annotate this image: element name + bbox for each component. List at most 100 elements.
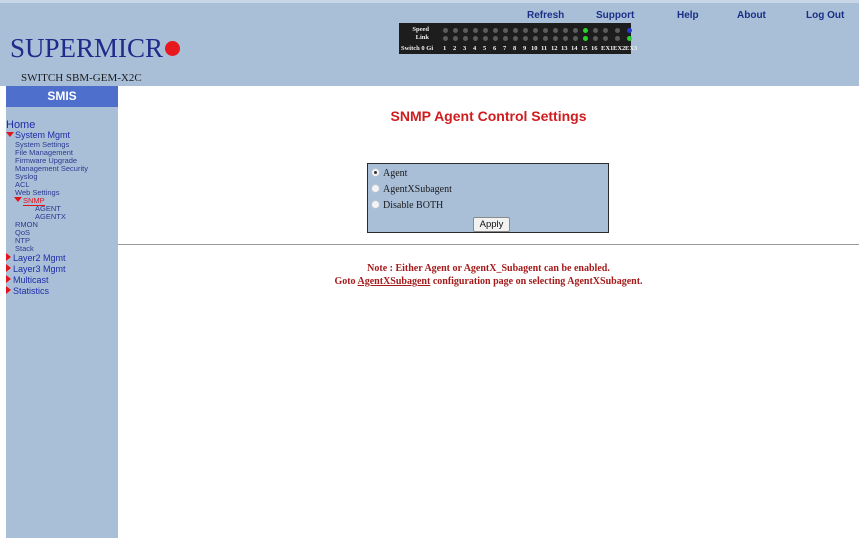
logo-text: SUPERMICR [10, 33, 164, 63]
note-line-2: Goto AgentXSubagent configuration page o… [118, 276, 859, 287]
port-number-4: 4 [473, 45, 477, 52]
nav-statistics-label: Statistics [13, 286, 50, 296]
port-number-15: 15 [581, 45, 588, 52]
port-number-1: 1 [443, 45, 447, 52]
link-row-label: Link [415, 34, 429, 41]
logout-link[interactable]: Log Out [806, 10, 844, 21]
nav-statistics[interactable]: Statistics [6, 286, 49, 296]
port-number-7: 7 [503, 45, 507, 52]
nav-system-mgmt[interactable]: System Mgmt [6, 130, 70, 140]
speed-led-1 [443, 28, 448, 33]
link-led-3 [463, 36, 468, 41]
link-led-2 [453, 36, 458, 41]
agentx-subagent-radio[interactable] [371, 184, 380, 193]
disable-both-label: Disable BOTH [383, 200, 444, 211]
note-prefix: Goto [334, 276, 358, 287]
speed-led-15 [583, 28, 588, 33]
collapsed-arrow-icon [6, 275, 11, 283]
link-led-16 [593, 36, 598, 41]
option-disable-both[interactable]: Disable BOTH [371, 200, 443, 211]
speed-led-12 [553, 28, 558, 33]
link-led-9 [523, 36, 528, 41]
nav-layer2-mgmt[interactable]: Layer2 Mgmt [6, 253, 66, 263]
link-led-6 [493, 36, 498, 41]
speed-led-7 [503, 28, 508, 33]
top-header: SUPERMICR SWITCH SBM-GEM-X2C Speed Link … [0, 0, 859, 86]
expanded-arrow-icon [6, 132, 14, 137]
nav-snmp-agentx[interactable]: AGENTX [35, 213, 66, 221]
apply-button[interactable]: Apply [473, 217, 510, 232]
option-agentx-subagent[interactable]: AgentXSubagent [371, 184, 452, 195]
logo-dot-icon [165, 41, 181, 56]
agentx-subagent-link[interactable]: AgentXSubagent [358, 276, 431, 287]
collapsed-arrow-icon [6, 264, 11, 272]
nav-system-mgmt-label: System Mgmt [15, 130, 71, 140]
main-content: SNMP Agent Control Settings Agent AgentX… [118, 86, 859, 538]
supermicro-logo: SUPERMICR [10, 33, 181, 64]
option-agent[interactable]: Agent [371, 168, 407, 179]
agent-radio[interactable] [371, 168, 380, 177]
speed-led-4 [473, 28, 478, 33]
section-divider [118, 244, 859, 245]
sidebar-header: SMIS [6, 86, 118, 107]
page-title: SNMP Agent Control Settings [390, 108, 587, 124]
speed-led-6 [493, 28, 498, 33]
speed-led-3 [463, 28, 468, 33]
switch-model-label: SWITCH SBM-GEM-X2C [21, 72, 142, 84]
speed-led-EX3 [627, 28, 632, 33]
link-led-EX3 [627, 36, 632, 41]
port-number-11: 11 [541, 45, 548, 52]
port-number-9: 9 [523, 45, 527, 52]
port-number-EX1: EX1 [601, 45, 614, 52]
agentx-subagent-label: AgentXSubagent [383, 184, 452, 195]
port-number-10: 10 [531, 45, 538, 52]
snmp-expanded-arrow-icon [14, 197, 22, 202]
port-number-5: 5 [483, 45, 487, 52]
nav-multicast-label: Multicast [13, 275, 49, 285]
speed-led-9 [523, 28, 528, 33]
link-led-10 [533, 36, 538, 41]
link-led-5 [483, 36, 488, 41]
agent-control-form: Agent AgentXSubagent Disable BOTH Apply [367, 163, 609, 233]
link-led-12 [553, 36, 558, 41]
note-line-1: Note : Either Agent or AgentX_Subagent c… [367, 263, 610, 274]
port-number-2: 2 [453, 45, 457, 52]
port-number-13: 13 [561, 45, 568, 52]
note-suffix: configuration page on selecting AgentXSu… [430, 276, 643, 287]
speed-led-8 [513, 28, 518, 33]
nav-stack[interactable]: Stack [15, 245, 34, 253]
help-link[interactable]: Help [677, 10, 699, 21]
switch-row-label: Switch 0 Gi [401, 45, 434, 52]
speed-led-16 [593, 28, 598, 33]
agent-label: Agent [383, 168, 408, 179]
link-led-15 [583, 36, 588, 41]
collapsed-arrow-icon [6, 286, 11, 294]
speed-led-10 [533, 28, 538, 33]
collapsed-arrow-icon [6, 253, 11, 261]
about-link[interactable]: About [737, 10, 766, 21]
speed-led-5 [483, 28, 488, 33]
port-status-panel: Speed Link Switch 0 Gi 1 2 3 4 5 6 7 8 9 10 11 12 13… [399, 23, 637, 54]
link-led-EX1 [603, 36, 608, 41]
port-number-12: 12 [551, 45, 558, 52]
link-led-7 [503, 36, 508, 41]
speed-led-2 [453, 28, 458, 33]
link-led-14 [573, 36, 578, 41]
nav-multicast[interactable]: Multicast [6, 275, 49, 285]
port-number-16: 16 [591, 45, 598, 52]
support-link[interactable]: Support [596, 10, 634, 21]
page-root: SUPERMICR SWITCH SBM-GEM-X2C Speed Link … [0, 0, 859, 538]
port-number-14: 14 [571, 45, 578, 52]
nav-layer3-mgmt[interactable]: Layer3 Mgmt [6, 264, 66, 274]
port-number-EX2: EX2 [613, 45, 626, 52]
link-led-11 [543, 36, 548, 41]
speed-led-EX2 [615, 28, 620, 33]
refresh-link[interactable]: Refresh [527, 10, 564, 21]
sidebar: SMIS Home System Mgmt System Settings Fi… [6, 86, 118, 538]
link-led-1 [443, 36, 448, 41]
link-led-13 [563, 36, 568, 41]
speed-led-11 [543, 28, 548, 33]
port-number-6: 6 [493, 45, 497, 52]
disable-both-radio[interactable] [371, 200, 380, 209]
link-led-4 [473, 36, 478, 41]
